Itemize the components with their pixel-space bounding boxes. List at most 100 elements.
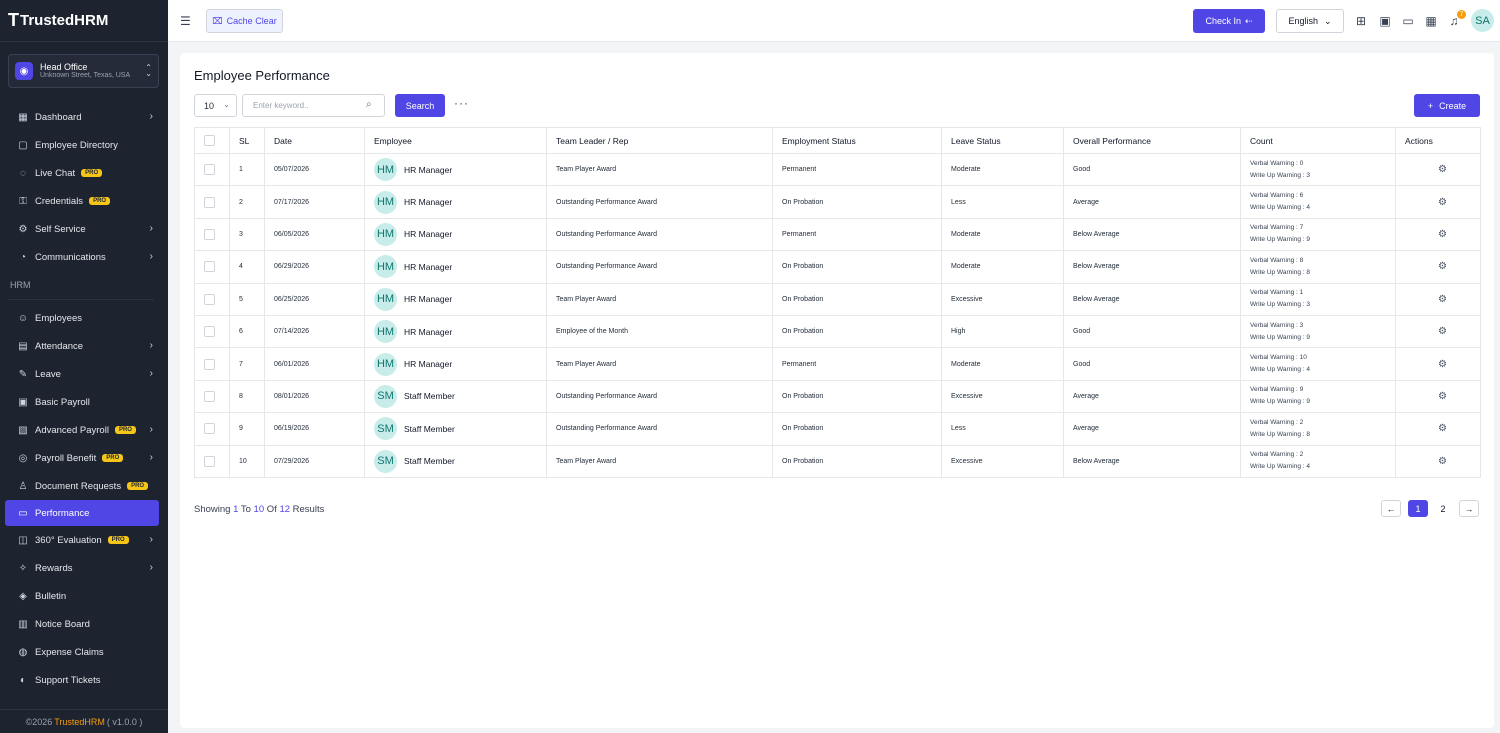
sidebar-item-label: Communications — [35, 251, 106, 263]
column-header[interactable]: Employment Status — [772, 127, 942, 154]
sidebar-item-payroll-benefit[interactable]: ◎ Payroll Benefit PRO › — [0, 444, 168, 472]
bell-icon[interactable]: ♫ 7 — [1447, 10, 1466, 28]
create-button[interactable]: + Create — [1414, 94, 1480, 117]
pagination-page-1[interactable]: 1 — [1408, 500, 1428, 517]
settings-sliders-icon[interactable]: ⚙ — [1405, 164, 1480, 175]
row-checkbox[interactable] — [204, 228, 215, 240]
team-leader-cell: Team Player Award — [546, 444, 773, 478]
overall-performance-cell: Average — [1063, 185, 1241, 219]
more-options-icon[interactable]: ··· — [454, 96, 469, 110]
sidebar-item-dashboard[interactable]: ▦ Dashboard › — [0, 103, 168, 131]
branch-icon: ◉ — [15, 62, 33, 80]
settings-sliders-icon[interactable]: ⚙ — [1405, 391, 1480, 402]
write-up-warning-count: Write Up Warning : 8 — [1250, 268, 1310, 276]
team-leader-cell: Outstanding Performance Award — [546, 412, 773, 446]
pagination-prev[interactable]: ← — [1381, 500, 1401, 517]
sidebar-item-self-service[interactable]: ⚙ Self Service › — [0, 215, 168, 243]
chevron-right-icon: › — [149, 562, 153, 573]
settings-sliders-icon[interactable]: ⚙ — [1405, 294, 1480, 305]
column-header[interactable]: Date — [264, 127, 365, 154]
row-checkbox[interactable] — [204, 358, 215, 370]
inbox-icon[interactable]: ▣ — [1378, 14, 1392, 28]
employee-cell: HM HR Manager — [364, 282, 547, 316]
cache-clear-button[interactable]: ⌧ Cache Clear — [206, 9, 283, 33]
sidebar-item-bulletin[interactable]: ◈ Bulletin — [0, 582, 168, 610]
sidebar-item-expense-claims[interactable]: ◍ Expense Claims — [0, 638, 168, 666]
per-page-select[interactable]: 10 ⌄ — [194, 94, 237, 117]
date-cell: 08/01/2026 — [264, 379, 365, 414]
settings-sliders-icon[interactable]: ⚙ — [1405, 326, 1480, 337]
pagination-next[interactable]: → — [1459, 500, 1479, 517]
row-checkbox[interactable] — [204, 423, 215, 435]
apps-grid-icon[interactable]: ▦ — [1424, 14, 1438, 28]
avatar: HM — [374, 287, 397, 311]
row-checkbox[interactable] — [204, 293, 215, 305]
payroll-icon: ▣ — [18, 396, 28, 408]
branch-address: Unknown Street, Texas, USA — [40, 72, 131, 80]
column-header[interactable]: SL — [229, 127, 265, 154]
write-up-warning-count: Write Up Warning : 3 — [1250, 171, 1310, 179]
sidebar-item-employee-directory[interactable]: ▢ Employee Directory — [0, 131, 168, 159]
search-input[interactable] — [242, 94, 385, 117]
sidebar-item-employees[interactable]: ☺ Employees — [0, 304, 168, 332]
logo[interactable]: T TrustedHRM — [0, 0, 168, 42]
sidebar-item-communications[interactable]: ◔ Communications › — [0, 243, 168, 271]
sl-cell: 5 — [229, 282, 265, 316]
sidebar-item-attendance[interactable]: ▤ Attendance › — [0, 332, 168, 360]
date-cell: 06/01/2026 — [264, 347, 365, 381]
nav-divider — [8, 299, 154, 300]
column-header[interactable]: Count — [1240, 127, 1396, 154]
sidebar-item-live-chat[interactable]: ◌ Live Chat PRO — [0, 159, 168, 187]
count-cell: Verbal Warning : 9 Write Up Warning : 9 — [1240, 379, 1396, 414]
users-icon: ☺ — [17, 312, 29, 324]
sidebar-item-advanced-payroll[interactable]: ▧ Advanced Payroll PRO › — [0, 416, 168, 444]
results-summary: Showing 1 To 10 Of 12 Results — [194, 504, 325, 515]
sidebar-item-label: Self Service — [35, 223, 86, 235]
overall-performance-cell: Good — [1063, 314, 1241, 349]
row-checkbox[interactable] — [204, 390, 215, 402]
add-icon[interactable]: ⊞ — [1354, 14, 1368, 28]
count-cell: Verbal Warning : 3 Write Up Warning : 9 — [1240, 314, 1396, 349]
settings-sliders-icon[interactable]: ⚙ — [1405, 197, 1480, 208]
column-header[interactable]: Leave Status — [941, 127, 1064, 154]
sidebar-item-basic-payroll[interactable]: ▣ Basic Payroll — [0, 388, 168, 416]
actions-cell: ⚙ — [1395, 379, 1481, 414]
date-cell: 07/29/2026 — [264, 444, 365, 478]
footer-brand-link[interactable]: TrustedHRM — [54, 717, 105, 727]
column-header[interactable]: Employee — [364, 127, 547, 154]
row-checkbox[interactable] — [204, 261, 215, 273]
language-select[interactable]: English ⌄ — [1276, 9, 1344, 33]
chat-icon: ◌ — [20, 167, 26, 179]
column-header[interactable]: Team Leader / Rep — [546, 127, 773, 154]
chevron-right-icon: › — [149, 452, 153, 463]
sidebar-item-rewards[interactable]: ✧ Rewards › — [0, 554, 168, 582]
menu-toggle-icon[interactable]: ☰ — [180, 14, 191, 28]
row-checkbox[interactable] — [204, 164, 215, 176]
pagination-page-2[interactable]: 2 — [1434, 500, 1452, 517]
pro-badge: PRO — [89, 197, 111, 205]
overall-performance-cell: Good — [1063, 152, 1241, 187]
sidebar-item-support-tickets[interactable]: ◐ Support Tickets — [0, 666, 168, 694]
settings-sliders-icon[interactable]: ⚙ — [1405, 229, 1480, 240]
search-button[interactable]: Search — [395, 94, 445, 117]
select-all-checkbox[interactable] — [204, 135, 215, 147]
settings-sliders-icon[interactable]: ⚙ — [1405, 423, 1480, 434]
settings-sliders-icon[interactable]: ⚙ — [1405, 261, 1480, 272]
row-checkbox[interactable] — [204, 326, 215, 338]
branch-selector[interactable]: ◉ Head Office Unknown Street, Texas, USA… — [8, 54, 159, 88]
sidebar-item-leave[interactable]: ✎ Leave › — [0, 360, 168, 388]
sidebar-item-credentials[interactable]: ⚿ Credentials PRO — [0, 187, 168, 215]
user-avatar[interactable]: SA — [1471, 9, 1494, 32]
settings-sliders-icon[interactable]: ⚙ — [1405, 456, 1480, 467]
row-checkbox[interactable] — [204, 196, 215, 208]
notification-badge: 7 — [1457, 10, 1466, 19]
message-icon[interactable]: ▭ — [1401, 14, 1415, 28]
sidebar-item-document-requests[interactable]: ♙ Document Requests PRO — [0, 472, 168, 500]
sidebar-item-360-evaluation[interactable]: ◫ 360° Evaluation PRO › — [0, 526, 168, 554]
column-header[interactable]: Overall Performance — [1063, 127, 1241, 154]
settings-sliders-icon[interactable]: ⚙ — [1405, 359, 1480, 370]
sidebar-item-performance[interactable]: ▭ Performance — [5, 500, 159, 526]
row-checkbox[interactable] — [204, 455, 215, 467]
sidebar-item-notice-board[interactable]: ▥ Notice Board — [0, 610, 168, 638]
check-in-button[interactable]: Check In ⇠ — [1193, 9, 1265, 33]
